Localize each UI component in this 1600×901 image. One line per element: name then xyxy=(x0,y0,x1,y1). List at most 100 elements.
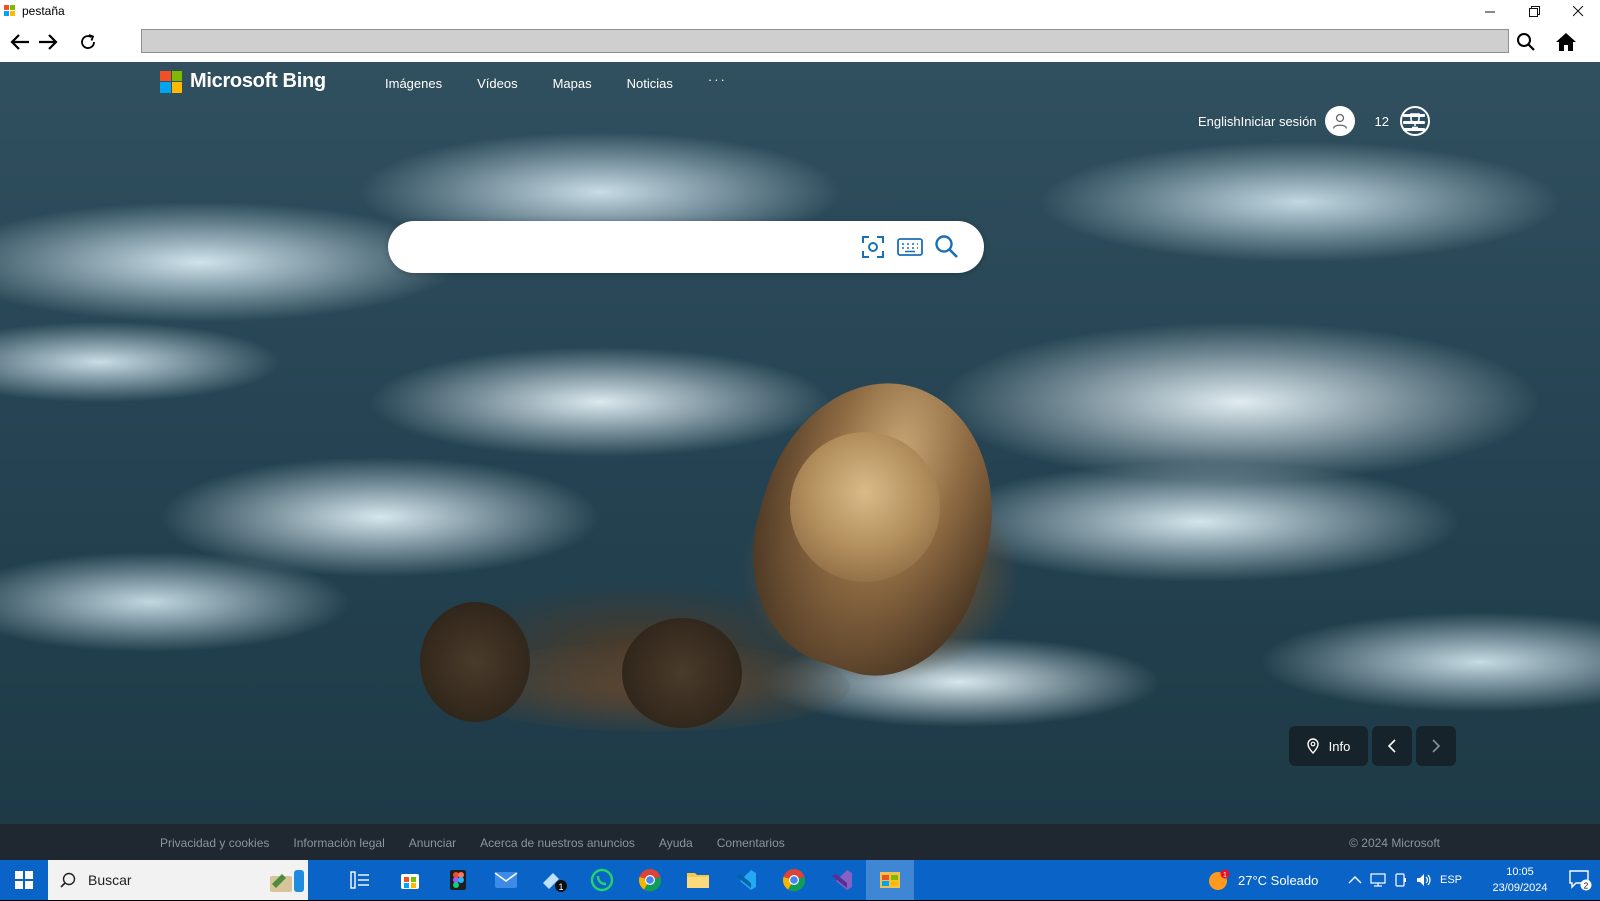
search-input[interactable] xyxy=(412,235,846,261)
clock[interactable]: 10:05 23/09/2024 xyxy=(1480,864,1560,896)
volume-icon[interactable] xyxy=(1416,873,1432,887)
taskbar-file-explorer[interactable] xyxy=(674,860,722,900)
back-arrow-icon xyxy=(10,34,29,50)
search-icon xyxy=(60,872,76,888)
nav-videos[interactable]: Vídeos xyxy=(477,76,517,91)
menu-button[interactable] xyxy=(1403,114,1425,132)
taskbar-app-badge[interactable]: 1 xyxy=(530,860,578,900)
keyboard-icon xyxy=(897,238,923,256)
back-button[interactable] xyxy=(6,28,34,56)
footer-link-help[interactable]: Ayuda xyxy=(659,836,693,850)
location-pin-icon xyxy=(1306,738,1319,754)
notification-icon: 2 xyxy=(1569,870,1592,891)
avatar[interactable] xyxy=(1324,106,1355,136)
browser-navbar xyxy=(0,22,1600,62)
taskbar-chrome-2[interactable] xyxy=(770,860,818,900)
page-footer: Privacidad y cookies Información legal A… xyxy=(0,824,1600,860)
reload-icon xyxy=(81,34,95,49)
forward-arrow-icon xyxy=(39,34,58,50)
pen-app-icon: 1 xyxy=(543,873,567,892)
nav-news[interactable]: Noticias xyxy=(627,76,673,91)
nav-images[interactable]: Imágenes xyxy=(385,76,442,91)
language-link[interactable]: English xyxy=(1198,114,1241,129)
nav-more-button[interactable]: ··· xyxy=(708,72,727,91)
camera-scan-icon xyxy=(862,236,884,258)
top-navigation: Imágenes Vídeos Mapas Noticias ··· xyxy=(385,72,762,91)
close-button[interactable] xyxy=(1556,0,1600,22)
chrome-icon xyxy=(638,869,662,892)
search-button[interactable] xyxy=(1512,28,1540,56)
task-view-button[interactable] xyxy=(336,860,384,900)
nav-maps[interactable]: Mapas xyxy=(553,76,592,91)
minimize-icon xyxy=(1484,11,1495,12)
chevron-left-icon xyxy=(1387,739,1396,753)
address-bar[interactable] xyxy=(141,29,1509,53)
clock-time: 10:05 xyxy=(1506,866,1534,878)
restore-icon xyxy=(1528,5,1540,17)
image-info-button[interactable]: Info xyxy=(1289,726,1368,766)
svg-text:1: 1 xyxy=(558,882,563,892)
window-titlebar: pestaña xyxy=(0,0,1600,22)
taskbar-figma[interactable] xyxy=(434,860,482,900)
task-view-icon xyxy=(350,871,369,889)
taskbar-visual-studio[interactable] xyxy=(818,860,866,900)
visual-search-button[interactable] xyxy=(860,234,886,260)
taskbar-chrome[interactable] xyxy=(626,860,674,900)
search-icon xyxy=(935,235,958,258)
battery-icon[interactable] xyxy=(1394,873,1408,887)
app-window-icon xyxy=(880,872,900,888)
taskbar-active-app[interactable] xyxy=(866,860,914,900)
keyboard-button[interactable] xyxy=(897,234,923,260)
bing-homepage: Microsoft Bing Imágenes Vídeos Mapas Not… xyxy=(0,62,1600,824)
search-box xyxy=(388,221,984,273)
copyright: © 2024 Microsoft xyxy=(1349,836,1440,850)
taskbar-mail[interactable] xyxy=(482,860,530,900)
start-button[interactable] xyxy=(0,860,48,900)
chevron-up-icon[interactable] xyxy=(1348,875,1362,885)
bing-logo[interactable]: Microsoft Bing xyxy=(160,70,326,93)
footer-link-legal[interactable]: Información legal xyxy=(293,836,384,850)
store-icon xyxy=(401,874,419,889)
next-image-button[interactable] xyxy=(1416,726,1456,766)
window-title: pestaña xyxy=(22,4,65,18)
brand-name: Microsoft Bing xyxy=(190,70,326,92)
home-icon xyxy=(1556,33,1576,51)
taskbar-store[interactable] xyxy=(386,860,434,900)
notification-center-button[interactable]: 2 xyxy=(1560,860,1600,900)
user-icon xyxy=(1332,113,1347,129)
search-icon xyxy=(1517,33,1535,51)
windows-logo-icon xyxy=(15,871,33,889)
chrome-icon xyxy=(782,869,806,892)
taskbar-whatsapp[interactable] xyxy=(578,860,626,900)
forward-button[interactable] xyxy=(34,28,62,56)
menu-icon xyxy=(1403,114,1425,117)
clock-date: 23/09/2024 xyxy=(1492,882,1548,894)
microsoft-logo-icon xyxy=(160,70,182,93)
mail-icon xyxy=(494,872,518,888)
previous-image-button[interactable] xyxy=(1372,726,1412,766)
network-icon[interactable] xyxy=(1370,873,1386,887)
app-icon xyxy=(4,5,16,17)
restore-button[interactable] xyxy=(1512,0,1556,22)
footer-link-about-ads[interactable]: Acerca de nuestros anuncios xyxy=(480,836,635,850)
chevron-right-icon xyxy=(1432,739,1441,753)
taskbar-vscode[interactable] xyxy=(722,860,770,900)
footer-link-advertise[interactable]: Anunciar xyxy=(409,836,456,850)
whatsapp-icon xyxy=(590,868,614,892)
folder-icon xyxy=(687,873,709,888)
taskbar: Buscar 1 1 27°C Soleado ESP 10:05 23/09/… xyxy=(0,860,1600,900)
home-button[interactable] xyxy=(1552,28,1580,56)
close-icon xyxy=(1572,5,1583,16)
sun-icon: 1 xyxy=(1209,869,1230,890)
search-submit-button[interactable] xyxy=(934,234,960,260)
minimize-button[interactable] xyxy=(1468,0,1512,22)
rewards-points[interactable]: 12 xyxy=(1375,114,1389,129)
taskbar-search[interactable]: Buscar xyxy=(48,860,308,900)
reload-button[interactable] xyxy=(74,28,102,56)
signin-link[interactable]: Iniciar sesión xyxy=(1241,114,1317,129)
weather-widget[interactable]: 1 27°C Soleado xyxy=(1208,860,1318,900)
taskbar-search-label: Buscar xyxy=(88,872,132,888)
input-language[interactable]: ESP xyxy=(1440,874,1462,886)
footer-link-privacy[interactable]: Privacidad y cookies xyxy=(160,836,269,850)
footer-link-feedback[interactable]: Comentarios xyxy=(717,836,785,850)
